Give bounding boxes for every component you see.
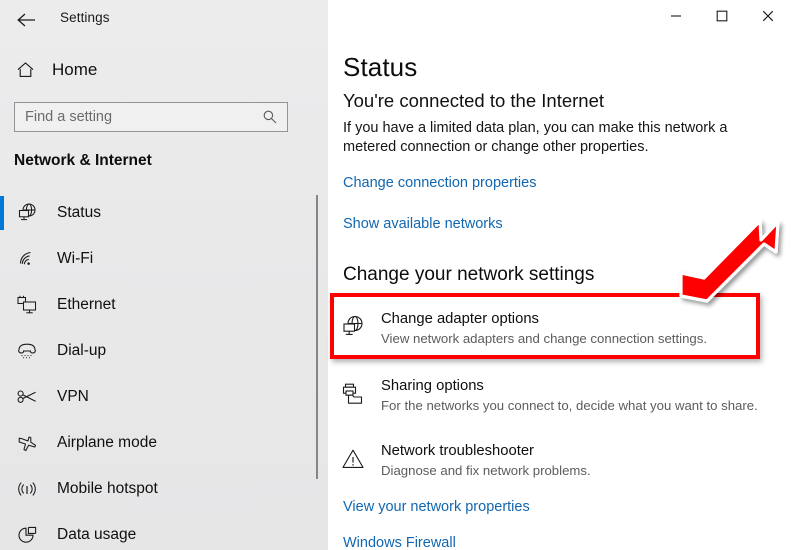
window-controls [653,0,791,32]
wifi-icon [14,246,40,272]
change-network-settings-heading: Change your network settings [343,264,595,285]
adapter-globe-icon [338,312,368,342]
sidebar-item-status[interactable]: Status [0,190,328,236]
close-button[interactable] [745,0,791,32]
vpn-key-icon [14,384,40,410]
sidebar-item-dialup[interactable]: Dial-up [0,328,328,374]
back-arrow-icon[interactable] [14,8,40,32]
option-text-block: Sharing options For the networks you con… [381,377,758,415]
sidebar-item-label: Mobile hotspot [57,480,158,497]
sidebar-item-mobile-hotspot[interactable]: Mobile hotspot [0,466,328,512]
dialup-phone-icon [14,338,40,364]
option-title: Network troubleshooter [381,443,534,459]
titlebar-left-region: Settings [0,0,328,40]
home-label: Home [52,60,98,79]
ethernet-icon [14,292,40,318]
search-input[interactable]: Find a setting [14,102,288,132]
sidebar-item-vpn[interactable]: VPN [0,374,328,420]
option-sharing-options[interactable]: Sharing options For the networks you con… [338,377,778,415]
sidebar-item-label: VPN [57,388,89,405]
connection-status-text: You're connected to the Internet [343,90,605,111]
link-show-available-networks[interactable]: Show available networks [343,216,503,232]
link-view-network-properties[interactable]: View your network properties [343,499,530,515]
sidebar-item-wifi[interactable]: Wi-Fi [0,236,328,282]
sidebar-item-label: Dial-up [57,342,107,359]
link-change-connection-properties[interactable]: Change connection properties [343,175,536,191]
vertical-scrollbar[interactable] [316,195,318,479]
sidebar-item-label: Data usage [57,526,137,543]
sharing-printer-folder-icon [338,379,368,409]
sidebar-item-label: Wi-Fi [57,250,94,267]
sidebar-item-label: Ethernet [57,296,116,313]
sidebar-nav-list: Status Wi-Fi Ethernet Dial-up VPN Airpla… [0,190,328,550]
selection-indicator [0,196,4,230]
search-placeholder: Find a setting [25,109,113,125]
link-windows-firewall[interactable]: Windows Firewall [343,535,456,550]
page-title: Status [343,52,418,82]
warning-triangle-icon [338,444,368,474]
option-text-block: Change adapter options View network adap… [381,310,707,348]
settings-window: Settings Home Find a setting Network & I… [0,0,791,550]
sidebar-item-airplane-mode[interactable]: Airplane mode [0,420,328,466]
option-subtitle: View network adapters and change connect… [381,331,707,346]
main-content: Status You're connected to the Internet … [328,0,791,550]
option-network-troubleshooter[interactable]: Network troubleshooter Diagnose and fix … [338,442,778,480]
option-title: Change adapter options [381,311,539,327]
app-title: Settings [60,10,110,25]
home-icon [14,59,36,81]
sidebar-item-label: Status [57,204,101,221]
data-usage-pie-icon [14,522,40,548]
minimize-button[interactable] [653,0,699,32]
search-icon[interactable] [259,106,281,128]
option-subtitle: Diagnose and fix network problems. [381,463,591,478]
sidebar-item-data-usage[interactable]: Data usage [0,512,328,550]
option-subtitle: For the networks you connect to, decide … [381,398,758,413]
sidebar-section-title: Network & Internet [14,152,152,169]
sidebar-item-label: Airplane mode [57,434,157,451]
sidebar-item-home[interactable]: Home [0,52,300,88]
sidebar: Settings Home Find a setting Network & I… [0,0,328,550]
status-description: If you have a limited data plan, you can… [343,120,728,155]
option-title: Sharing options [381,378,484,394]
hotspot-signal-icon [14,476,40,502]
sidebar-item-ethernet[interactable]: Ethernet [0,282,328,328]
status-globe-icon [14,200,40,226]
option-text-block: Network troubleshooter Diagnose and fix … [381,442,591,480]
maximize-button[interactable] [699,0,745,32]
airplane-icon [14,430,40,456]
option-change-adapter-options[interactable]: Change adapter options View network adap… [338,310,778,348]
